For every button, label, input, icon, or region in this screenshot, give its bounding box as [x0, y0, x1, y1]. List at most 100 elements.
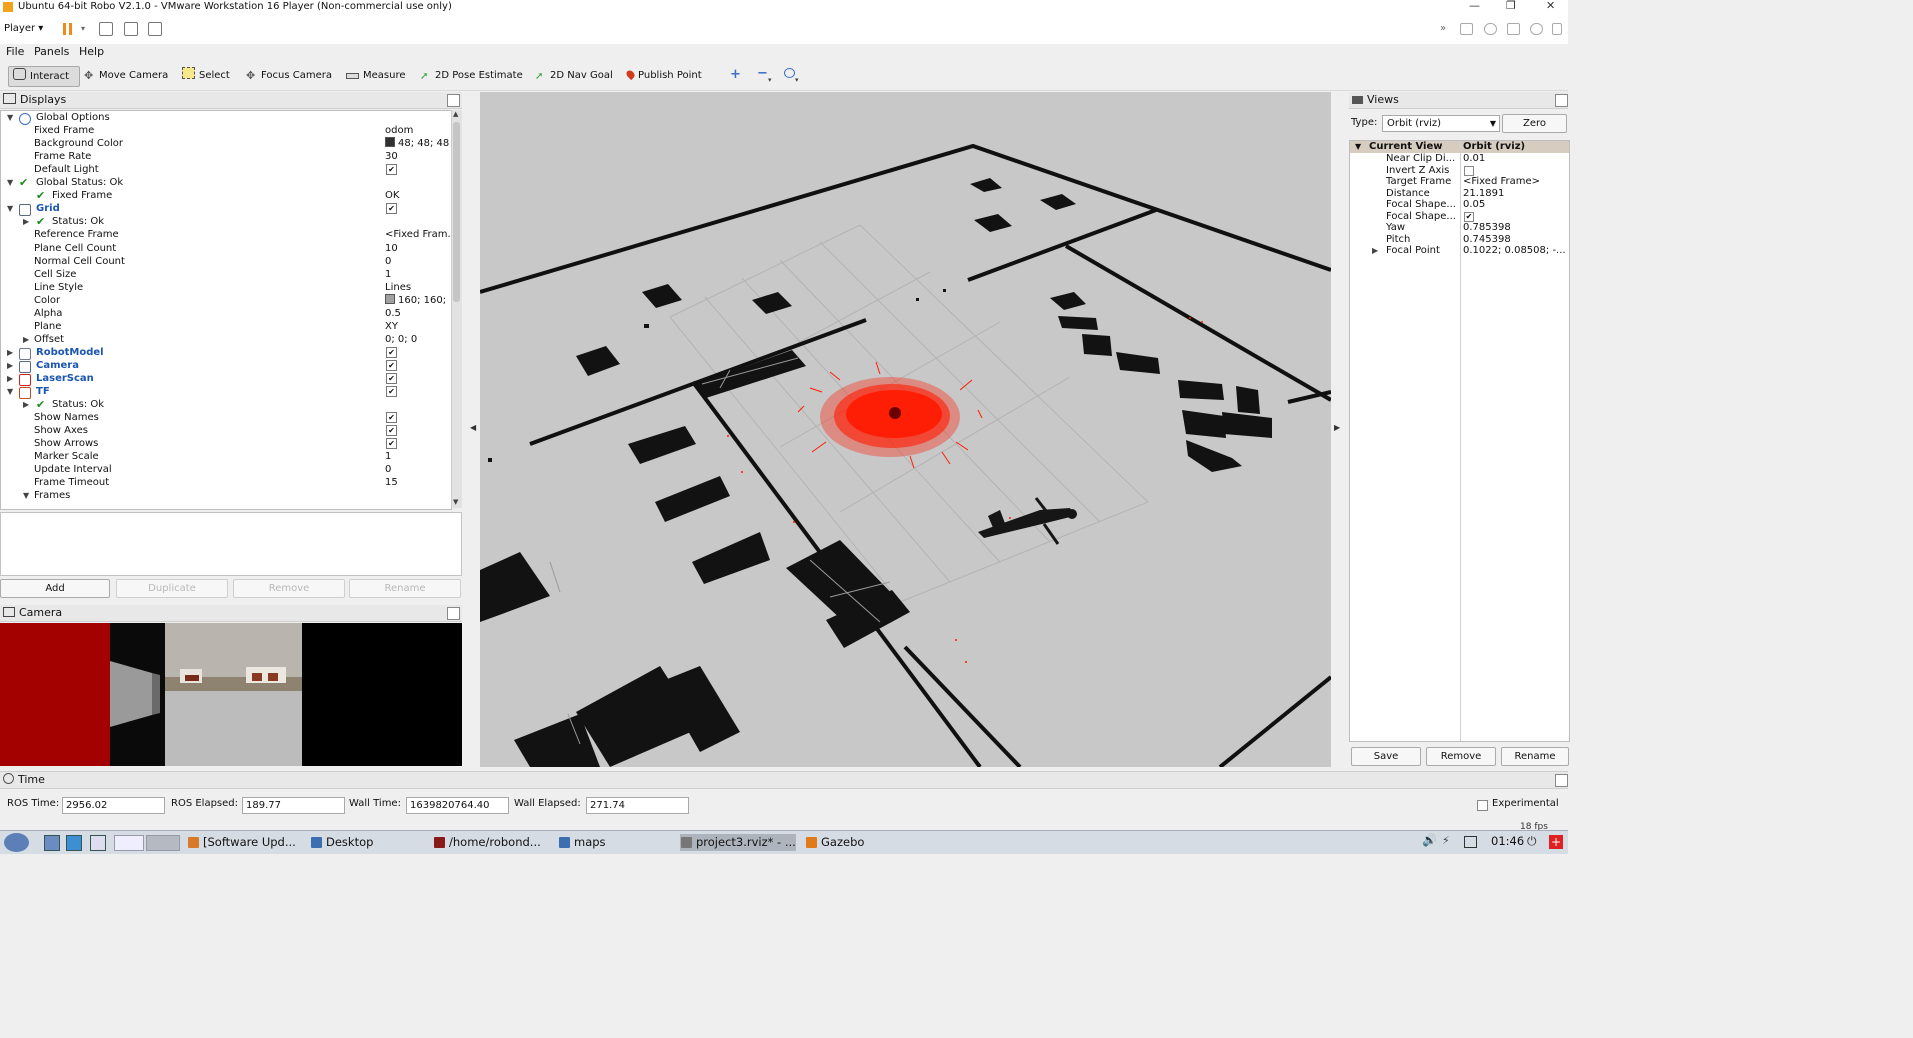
- device-icon[interactable]: [1552, 23, 1562, 35]
- start-menu-icon[interactable]: [4, 833, 29, 852]
- display-row-value[interactable]: 0.5: [385, 307, 401, 320]
- file-manager-icon[interactable]: [44, 835, 60, 851]
- view-property-value[interactable]: <Fixed Frame>: [1463, 176, 1540, 188]
- float-panel-icon[interactable]: [447, 607, 460, 620]
- power-plug-icon[interactable]: ⚡: [1442, 834, 1450, 847]
- display-row[interactable]: Show Axes ✔: [1, 424, 451, 437]
- tool-publish-point[interactable]: Publish Point: [624, 66, 706, 85]
- task-maps[interactable]: maps: [558, 834, 606, 851]
- ros-elapsed-field[interactable]: 189.77: [242, 797, 345, 814]
- display-row-value[interactable]: odom: [385, 124, 413, 137]
- ros-time-field[interactable]: 2956.02: [62, 797, 165, 814]
- expand-open-icon[interactable]: ▼: [7, 176, 13, 189]
- float-panel-icon[interactable]: [447, 94, 460, 107]
- zero-view-button[interactable]: Zero: [1502, 114, 1567, 133]
- display-row[interactable]: ▼ TF ✔: [1, 385, 451, 400]
- displays-scroll-thumb[interactable]: [453, 122, 460, 302]
- tool-select[interactable]: Select: [182, 66, 234, 85]
- display-row[interactable]: Plane XY: [1, 320, 451, 333]
- swiss-flag-icon[interactable]: +: [1549, 835, 1563, 849]
- display-row[interactable]: ▶ RobotModel ✔: [1, 346, 451, 360]
- expand-closed-icon[interactable]: ▶: [7, 346, 13, 359]
- browser-icon[interactable]: [66, 835, 82, 851]
- display-row-value[interactable]: 10: [385, 242, 398, 255]
- display-row[interactable]: Line Style Lines: [1, 281, 451, 294]
- tool-move-camera[interactable]: ✥ Move Camera: [84, 66, 172, 85]
- expand-open-icon[interactable]: ▼: [23, 489, 29, 502]
- rename-display-button[interactable]: Rename: [349, 579, 461, 598]
- view-property-value[interactable]: 0.745398: [1463, 234, 1511, 246]
- tool-measure[interactable]: Measure: [346, 66, 410, 85]
- display-row[interactable]: ▶ Camera ✔: [1, 359, 451, 373]
- menu-help[interactable]: Help: [79, 45, 104, 58]
- scroll-down-icon[interactable]: ▼: [453, 498, 458, 506]
- task-terminal[interactable]: /home/robond...: [433, 834, 541, 851]
- minimize-icon[interactable]: —: [1469, 0, 1480, 12]
- display-row-value[interactable]: 0: [385, 255, 391, 268]
- experimental-checkbox[interactable]: [1477, 800, 1488, 811]
- display-row[interactable]: Frame Rate 30: [1, 150, 451, 163]
- display-row[interactable]: Background Color 48; 48; 48: [1, 137, 451, 150]
- forward-icon[interactable]: »: [1440, 23, 1446, 34]
- display-checkbox[interactable]: ✔: [386, 373, 397, 384]
- display-row[interactable]: Reference Frame <Fixed Fram...: [1, 228, 451, 241]
- display-row[interactable]: ▶ Offset 0; 0; 0: [1, 333, 451, 346]
- display-row[interactable]: Show Names ✔: [1, 411, 451, 424]
- view-property-value[interactable]: 21.1891: [1463, 188, 1504, 200]
- view-checkbox[interactable]: [1464, 165, 1474, 176]
- display-row[interactable]: ✔ Fixed Frame OK: [1, 189, 451, 202]
- menu-file[interactable]: File: [6, 45, 24, 58]
- scroll-up-icon[interactable]: ▲: [453, 110, 458, 118]
- display-row[interactable]: ▶ ✔ Status: Ok: [1, 398, 451, 411]
- display-row[interactable]: Marker Scale 1: [1, 450, 451, 463]
- 3d-render-view[interactable]: [480, 92, 1331, 767]
- task-rviz[interactable]: project3.rviz* - ...: [680, 834, 796, 851]
- expand-closed-icon[interactable]: ▶: [7, 359, 13, 372]
- tool-2d-nav-goal[interactable]: ➚ 2D Nav Goal: [535, 66, 617, 85]
- display-checkbox[interactable]: ✔: [386, 346, 397, 358]
- display-row-value[interactable]: 30: [385, 150, 398, 163]
- save-view-button[interactable]: Save: [1351, 747, 1421, 766]
- player-menu[interactable]: Player ▾: [4, 23, 43, 34]
- display-checkbox[interactable]: ✔: [386, 386, 397, 398]
- workspace-2-icon[interactable]: [146, 835, 180, 851]
- display-row[interactable]: ▼ Frames: [1, 489, 451, 502]
- rename-view-button[interactable]: Rename: [1501, 747, 1569, 766]
- chevron-down-icon[interactable]: ▾: [795, 76, 799, 84]
- display-row-value[interactable]: <Fixed Fram...: [385, 228, 451, 241]
- network-icon[interactable]: [1507, 23, 1520, 35]
- display-checkbox[interactable]: ✔: [386, 425, 397, 437]
- pause-icon[interactable]: [63, 23, 66, 35]
- wall-elapsed-field[interactable]: 271.74: [586, 797, 689, 814]
- close-icon[interactable]: ✕: [1546, 0, 1555, 12]
- display-checkbox[interactable]: ✔: [386, 164, 397, 176]
- float-panel-icon[interactable]: [1555, 94, 1568, 107]
- tool-focus-camera[interactable]: ✥ Focus Camera: [246, 66, 336, 85]
- terminal-icon[interactable]: [90, 835, 106, 851]
- view-property-value[interactable]: 0.01: [1463, 153, 1485, 165]
- remove-display-button[interactable]: Remove: [233, 579, 345, 598]
- unity-icon[interactable]: [148, 22, 162, 36]
- device-icon[interactable]: [1530, 23, 1543, 35]
- display-checkbox[interactable]: ✔: [386, 359, 397, 371]
- display-row[interactable]: Plane Cell Count 10: [1, 242, 451, 255]
- display-checkbox[interactable]: ✔: [386, 203, 397, 215]
- expand-closed-icon[interactable]: ▶: [1372, 245, 1378, 257]
- display-row[interactable]: Alpha 0.5: [1, 307, 451, 320]
- display-row[interactable]: Frame Timeout 15: [1, 476, 451, 489]
- expand-closed-icon[interactable]: ▶: [23, 215, 29, 228]
- device-icon[interactable]: [1460, 23, 1473, 35]
- expand-closed-icon[interactable]: ▶: [7, 372, 13, 385]
- display-row[interactable]: ▶ ✔ Status: Ok: [1, 215, 451, 228]
- view-checkbox[interactable]: ✔: [1464, 211, 1474, 222]
- remove-tool-icon[interactable]: −: [757, 66, 768, 81]
- display-row[interactable]: Cell Size 1: [1, 268, 451, 281]
- task-gazebo[interactable]: Gazebo: [805, 834, 864, 851]
- display-checkbox[interactable]: ✔: [386, 412, 397, 424]
- display-row-value[interactable]: 15: [385, 476, 398, 489]
- expand-open-icon[interactable]: ▼: [7, 385, 13, 398]
- display-row-value[interactable]: 160; 160;: [385, 293, 446, 307]
- menu-panels[interactable]: Panels: [34, 45, 69, 58]
- volume-icon[interactable]: 🔊: [1422, 833, 1437, 847]
- float-panel-icon[interactable]: [1555, 774, 1568, 787]
